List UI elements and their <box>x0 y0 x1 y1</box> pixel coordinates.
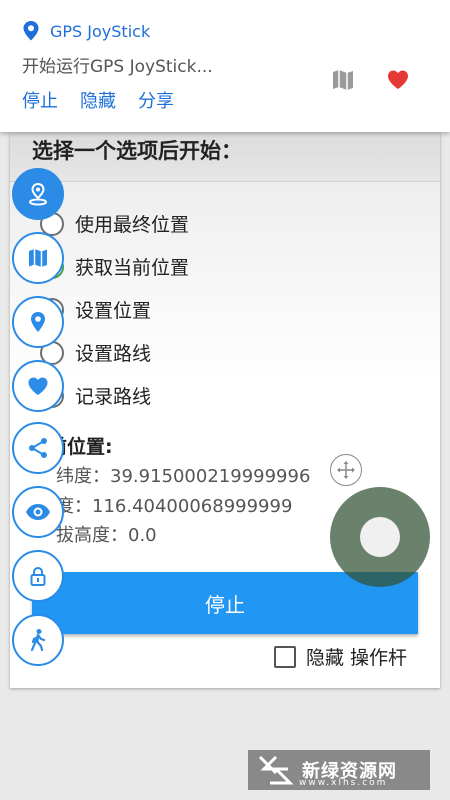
latitude-value: 纬度：39.915000219999996 <box>56 466 311 487</box>
share-icon <box>29 438 47 458</box>
map-icon[interactable] <box>331 68 355 92</box>
dialog-title-bar: 选择一个选项后开始： <box>10 132 440 182</box>
option-label: 获取当前位置 <box>75 257 190 279</box>
location-person-button[interactable] <box>12 168 64 220</box>
favorites-button[interactable] <box>12 360 64 412</box>
notification-share-action[interactable]: 分享 <box>138 87 174 113</box>
option-label: 记录路线 <box>75 386 152 408</box>
joystick[interactable] <box>330 487 430 587</box>
lock-icon <box>30 566 46 586</box>
move-arrows-icon <box>337 461 355 479</box>
eye-icon <box>26 504 50 520</box>
option-use-last-location[interactable]: 使用最终位置 <box>40 210 189 237</box>
watermark: 新绿资源网 www.xlhs.com <box>248 750 430 790</box>
altitude-value: 拔高度：0.0 <box>56 525 157 546</box>
watermark-subtext: www.xlhs.com <box>299 778 388 788</box>
notification-app-name: GPS JoyStick <box>50 21 151 41</box>
start-options-dialog: 选择一个选项后开始： 使用最终位置 获取当前位置 设置位置 设置路线 记录路线 … <box>10 132 440 688</box>
location-person-icon <box>29 182 47 206</box>
visibility-button[interactable] <box>12 486 64 538</box>
notification-stop-action[interactable]: 停止 <box>22 87 58 113</box>
option-label: 使用最终位置 <box>75 214 190 236</box>
heart-icon <box>28 377 48 395</box>
hide-joystick-label: 隐藏 操作杆 <box>306 647 408 669</box>
notification-hide-action[interactable]: 隐藏 <box>80 87 116 113</box>
hide-joystick-toggle[interactable]: 隐藏 操作杆 <box>274 643 407 670</box>
longitude-value: 度：116.40400068999999 <box>56 496 293 517</box>
map-button[interactable] <box>12 232 64 284</box>
heart-icon[interactable] <box>386 68 410 92</box>
option-label: 设置路线 <box>75 343 152 365</box>
walk-icon <box>30 629 46 652</box>
map-icon <box>29 249 47 267</box>
location-pin-icon <box>31 312 45 332</box>
option-label: 设置位置 <box>75 300 152 322</box>
notification-card[interactable]: GPS JoyStick 开始运行GPS JoyStick... 停止 隐藏 分… <box>0 0 450 132</box>
lock-button[interactable] <box>12 550 64 602</box>
joystick-knob[interactable] <box>360 517 400 557</box>
location-pin-button[interactable] <box>12 296 64 348</box>
watermark-logo-icon <box>258 755 294 785</box>
options-group: 使用最终位置 获取当前位置 设置位置 设置路线 <box>10 182 440 382</box>
checkbox[interactable] <box>274 645 296 668</box>
notification-header: GPS JoyStick <box>22 20 150 42</box>
option-set-route[interactable]: 设置路线 <box>40 339 151 366</box>
dialog-title: 选择一个选项后开始： <box>32 139 242 163</box>
walk-button[interactable] <box>12 614 64 666</box>
notification-text: 开始运行GPS JoyStick... <box>22 57 213 77</box>
location-pin-icon <box>23 21 39 41</box>
share-button[interactable] <box>12 422 64 474</box>
move-handle[interactable] <box>330 454 362 486</box>
